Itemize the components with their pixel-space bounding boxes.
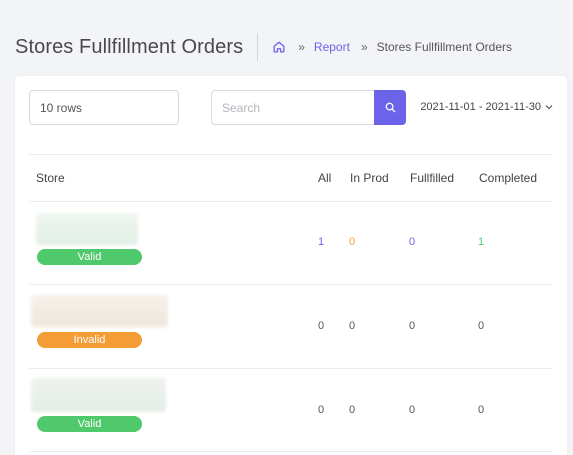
breadcrumb-separator: » <box>298 40 305 54</box>
home-icon[interactable] <box>271 39 287 55</box>
table-row: Invalid 0 0 0 0 <box>29 285 552 368</box>
fullfilled-count: 0 <box>409 404 416 416</box>
status-badge: Valid <box>37 416 142 432</box>
status-badge: Valid <box>37 249 142 265</box>
column-header-fullfilled: Fullfilled <box>410 171 455 185</box>
page-header: Stores Fullfillment Orders » Report » St… <box>15 32 512 62</box>
completed-count-link[interactable]: 1 <box>478 236 484 248</box>
breadcrumb-report-link[interactable]: Report <box>314 40 350 54</box>
search-icon <box>385 102 396 113</box>
column-header-in-prod: In Prod <box>350 171 389 185</box>
breadcrumb-current: Stores Fullfillment Orders <box>376 40 512 54</box>
header-divider <box>257 33 259 61</box>
page-title: Stores Fullfillment Orders <box>15 35 244 58</box>
completed-count: 0 <box>478 404 485 416</box>
date-range-picker[interactable]: 2021-11-01 - 2021-11-30 <box>420 101 553 113</box>
search-button[interactable] <box>374 90 406 125</box>
column-header-completed: Completed <box>479 171 538 185</box>
status-badge: Invalid <box>37 332 142 348</box>
column-header-all: All <box>318 171 332 185</box>
date-range-label: 2021-11-01 - 2021-11-30 <box>420 101 541 113</box>
chevron-down-icon <box>545 104 553 110</box>
in-prod-count: 0 <box>349 404 356 416</box>
all-count: 0 <box>318 320 325 332</box>
rows-per-page-select[interactable]: 10 rows <box>29 90 179 125</box>
store-logo-thumbnail <box>31 378 166 412</box>
all-count-link[interactable]: 1 <box>318 236 324 248</box>
column-header-store: Store <box>36 171 65 185</box>
table-top-divider <box>29 154 552 155</box>
all-count: 0 <box>318 404 325 416</box>
report-card: 10 rows 2021-11-01 - 2021-11-30 Store Al… <box>15 76 567 455</box>
table-row: Valid 1 0 0 1 <box>29 202 552 284</box>
completed-count: 0 <box>478 320 485 332</box>
search-input[interactable] <box>211 90 375 125</box>
store-logo-thumbnail <box>36 213 138 245</box>
breadcrumb-separator: » <box>360 40 368 54</box>
store-logo-thumbnail <box>31 295 168 327</box>
in-prod-count-link[interactable]: 0 <box>349 236 355 248</box>
fullfilled-count: 0 <box>409 320 416 332</box>
breadcrumb: » Report » Stores Fullfillment Orders <box>271 39 512 55</box>
fullfilled-count-link[interactable]: 0 <box>409 236 415 248</box>
in-prod-count: 0 <box>349 320 356 332</box>
row-divider <box>29 451 552 452</box>
table-row: Valid 0 0 0 0 <box>29 369 552 451</box>
